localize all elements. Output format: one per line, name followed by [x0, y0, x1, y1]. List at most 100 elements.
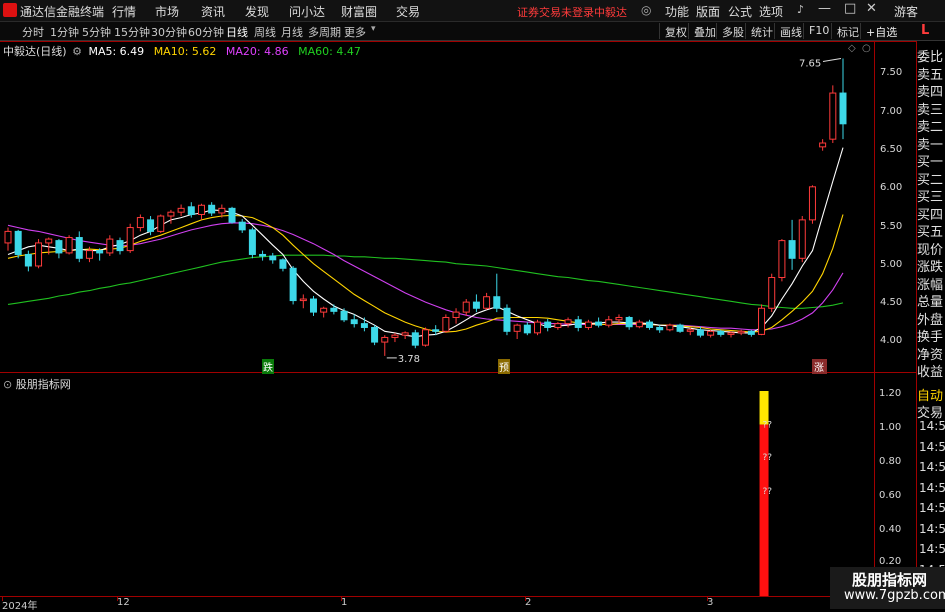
quote-field-label: 买四: [917, 207, 944, 223]
quote-field-label: 收益: [917, 365, 944, 380]
restore-icon[interactable]: □: [844, 1, 856, 16]
bell-icon[interactable]: ♪: [797, 3, 804, 16]
candle-body: [503, 307, 511, 332]
quote-field-label: 卖一: [917, 137, 944, 153]
candle-body: [635, 321, 643, 328]
menu-item-wealth[interactable]: 财富圈: [341, 3, 377, 20]
minimize-icon[interactable]: —: [818, 1, 831, 16]
quote-field-label: 买二: [917, 172, 944, 188]
time-tick: [525, 597, 526, 601]
quote-field-label: 换手: [917, 330, 944, 345]
candle-body: [819, 142, 827, 148]
candle-body: [696, 329, 704, 336]
candle-body: [167, 211, 175, 217]
candle-body: [523, 324, 531, 334]
period-tab-5min[interactable]: 5分钟: [82, 24, 111, 40]
period-tab-intraday[interactable]: 分时: [22, 24, 44, 40]
candle-body: [35, 242, 43, 267]
candle-body: [605, 319, 613, 326]
candle-body: [422, 329, 429, 346]
low-price-label: 3.78: [398, 354, 420, 365]
quote-field-label: 外盘: [917, 312, 944, 328]
candle-body: [65, 237, 73, 254]
time-tick: [707, 597, 708, 601]
price-label: 4.00: [880, 335, 903, 346]
login-warning[interactable]: 证券交易未登录: [517, 4, 594, 20]
price-label: 6.00: [880, 182, 903, 193]
candle-body: [758, 307, 766, 335]
add-watchlist-button[interactable]: +自选: [860, 23, 902, 39]
watermark-title: 股朋指标网: [852, 571, 928, 589]
time-ticks: [0, 597, 874, 601]
candle-body: [299, 298, 307, 302]
candle-body: [493, 296, 501, 309]
candle-body: [228, 207, 236, 223]
price-label: 7.00: [880, 106, 903, 117]
period-tab-1min[interactable]: 1分钟: [50, 24, 79, 40]
menu-item-quotes[interactable]: 行情: [112, 3, 136, 20]
chevron-down-icon[interactable]: ▾: [371, 24, 376, 34]
indicator-bar-red: [759, 424, 769, 596]
price-label: 5.00: [880, 259, 903, 270]
period-tab-more[interactable]: 更多: [344, 24, 366, 40]
period-tab-monthly[interactable]: 月线: [281, 24, 303, 40]
menu-item-market[interactable]: 市场: [155, 3, 179, 20]
period-tab-15min[interactable]: 15分钟: [114, 24, 150, 40]
menu-item-discover[interactable]: 发现: [245, 3, 269, 20]
indicator-level-label: 1.00: [879, 422, 902, 433]
candle-body: [401, 332, 409, 336]
candle-body: [574, 319, 582, 328]
candle-body: [147, 219, 155, 232]
candle-body: [197, 204, 205, 215]
f10-button[interactable]: F10: [803, 23, 834, 39]
guest-label[interactable]: 游客: [894, 3, 918, 20]
indicator-level-label: 0.40: [879, 524, 902, 535]
candle-body: [686, 329, 694, 332]
indicator-qmark: ??: [763, 453, 773, 463]
camera-icon[interactable]: ◎: [641, 3, 651, 17]
marker-warn: 预: [498, 359, 510, 374]
candle-body: [248, 229, 256, 255]
trade-time: 14:56: [919, 439, 945, 454]
period-tab-weekly[interactable]: 周线: [254, 24, 276, 40]
quote-field-label: 买三: [917, 190, 944, 205]
candle-body: [187, 206, 195, 215]
menu-item-function[interactable]: 功能: [665, 3, 689, 20]
candle-body: [839, 92, 847, 125]
period-tab-multi[interactable]: 多周期: [308, 24, 341, 40]
l-icon[interactable]: L: [921, 23, 929, 38]
period-tab-30min[interactable]: 30分钟: [151, 24, 187, 40]
quote-field-label: 买一: [917, 155, 944, 170]
candle-body: [442, 316, 450, 332]
candle-body: [483, 296, 491, 309]
menu-item-layout[interactable]: 版面: [696, 3, 720, 20]
price-axis-border: [874, 41, 875, 597]
close-icon[interactable]: ✕: [866, 1, 877, 16]
menu-item-ask[interactable]: 问小达: [289, 3, 325, 20]
candle-body: [554, 323, 562, 328]
candle-body: [238, 221, 246, 231]
candle-body: [788, 240, 796, 259]
candle-body: [106, 238, 114, 254]
quote-field-label: 现价: [917, 242, 944, 258]
candle-body: [513, 324, 521, 332]
time-tick: [2, 597, 3, 601]
indicator-level-label: 0.80: [879, 456, 902, 467]
candle-body: [259, 253, 267, 257]
app-title: 通达信金融终端: [20, 5, 105, 19]
menu-item-options[interactable]: 选项: [759, 3, 783, 20]
candle-body: [768, 277, 776, 309]
candle-body: [45, 238, 53, 244]
candle-body: [534, 321, 542, 334]
period-tab-daily[interactable]: 日线: [226, 24, 248, 40]
menu-item-trade[interactable]: 交易: [396, 3, 420, 20]
indicator-chart: ??????: [759, 391, 773, 596]
time-tick: [117, 597, 118, 601]
menu-item-formula[interactable]: 公式: [728, 3, 752, 20]
quote-field-label: 涨跌: [917, 260, 944, 275]
candle-body: [4, 230, 12, 244]
menu-item-news[interactable]: 资讯: [201, 3, 225, 20]
trade-time: 14:56: [919, 480, 945, 495]
period-tab-60min[interactable]: 60分钟: [188, 24, 224, 40]
candlestick-chart: 7.65 3.78: [4, 57, 847, 365]
